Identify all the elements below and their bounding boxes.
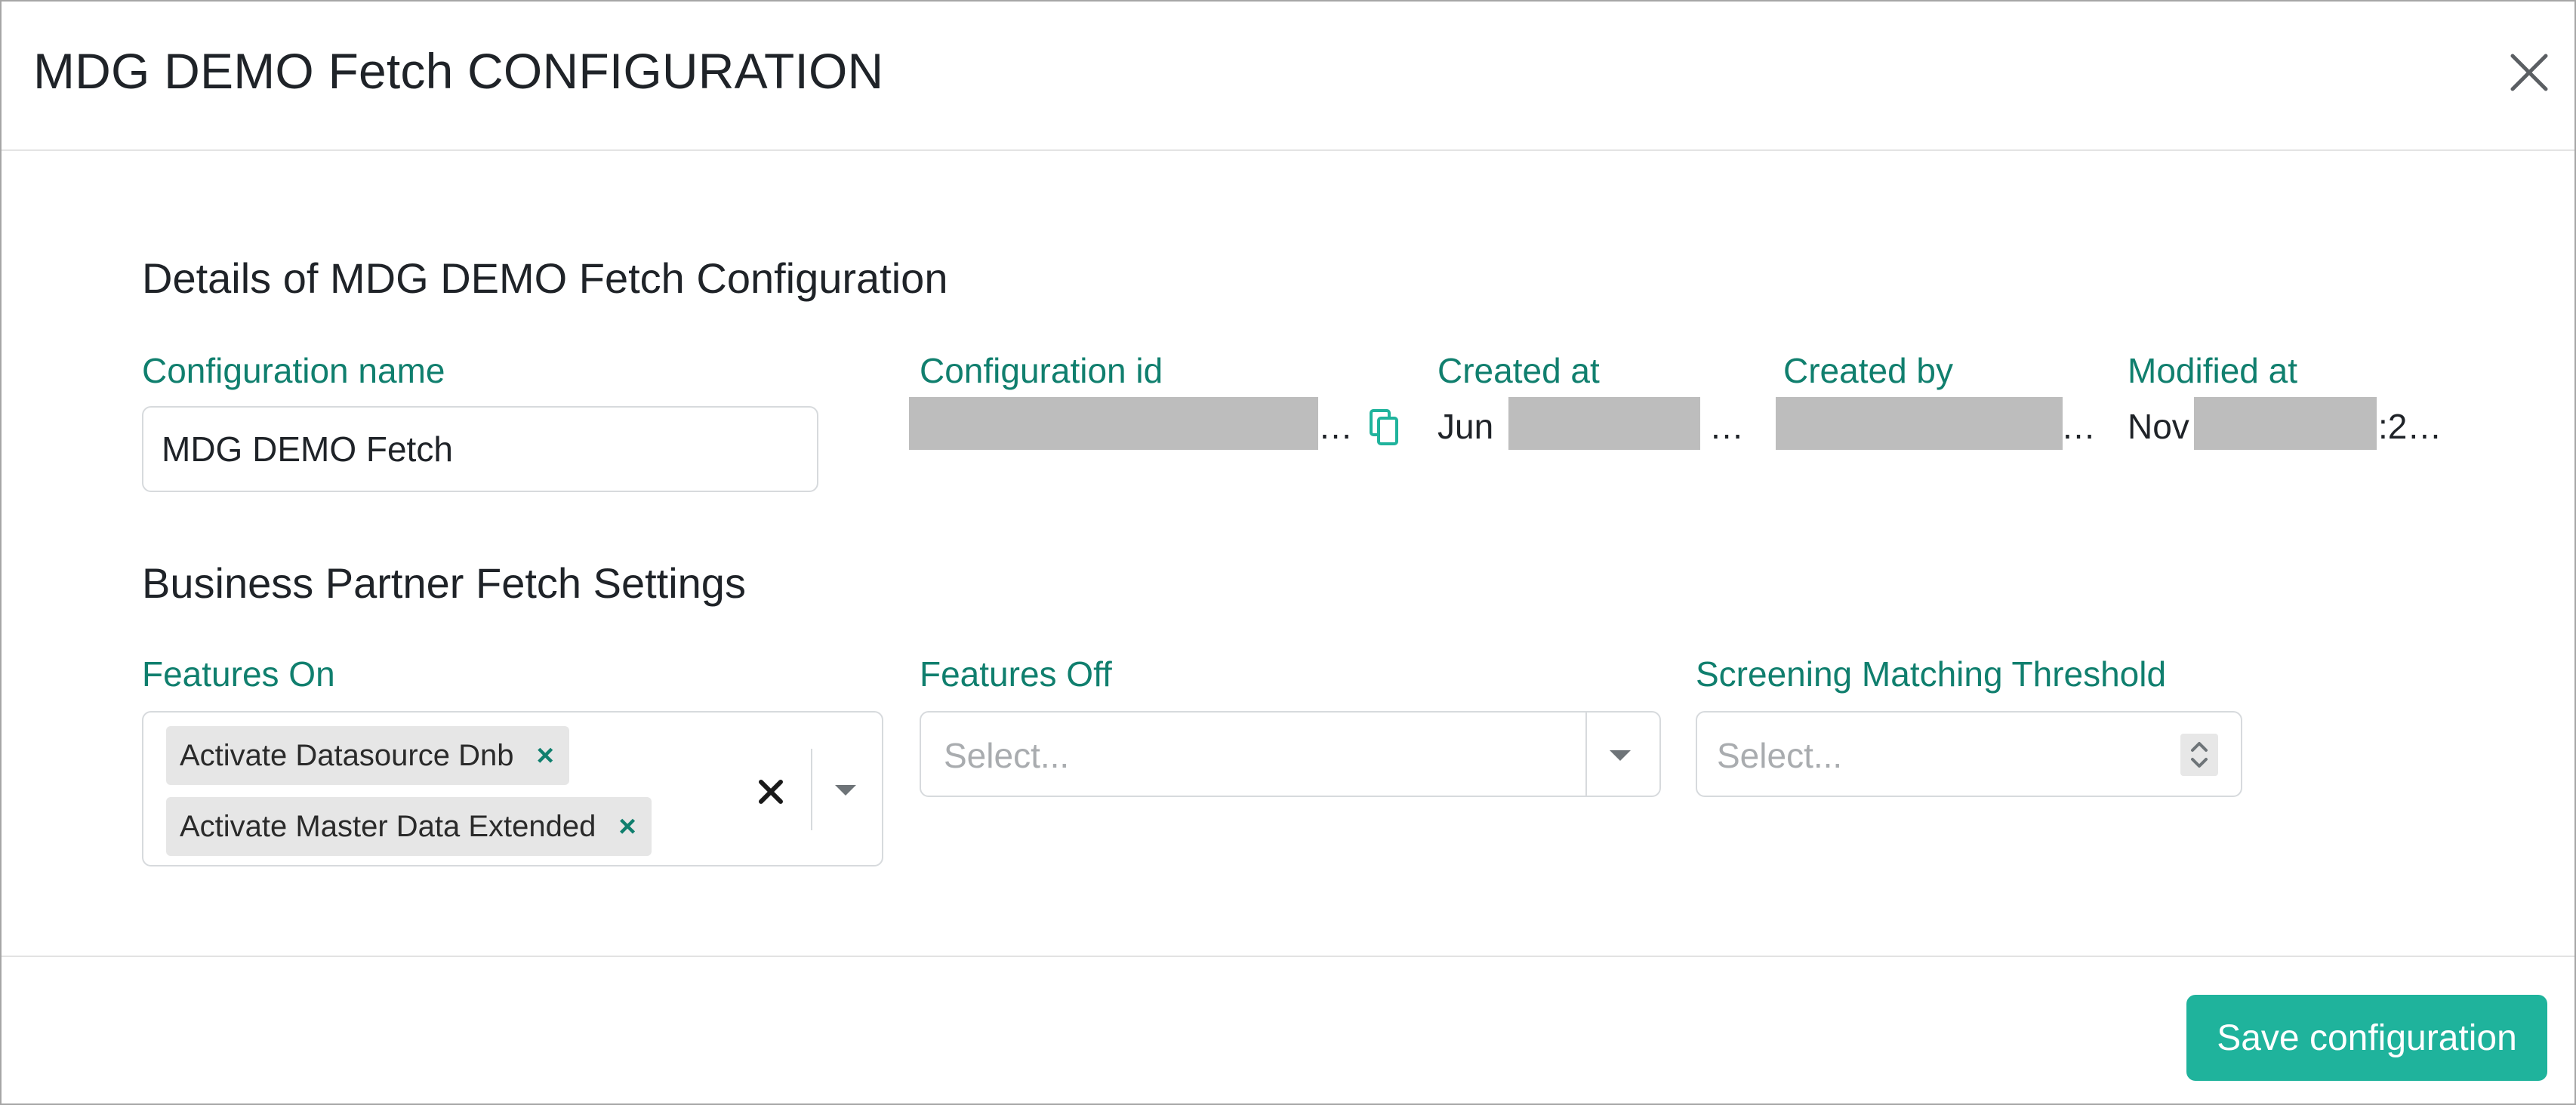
configuration-id-ellipsis: … [1318,407,1353,446]
configuration-name-input[interactable] [142,406,818,492]
screening-threshold-label: Screening Matching Threshold [1696,654,2167,694]
features-off-label: Features Off [920,654,1112,694]
chevron-down-icon[interactable] [835,785,856,796]
divider [811,749,812,830]
modified-at-value-prefix: Nov [2128,407,2189,446]
stepper-icon[interactable] [2180,734,2218,776]
configuration-id-value-redacted [909,397,1318,450]
features-on-multiselect[interactable]: Activate Datasource Dnb × Activate Maste… [142,711,883,866]
copy-icon[interactable] [1368,408,1403,448]
modified-at-value-suffix: :2… [2378,407,2442,446]
divider [1585,713,1587,796]
configuration-name-label: Configuration name [142,351,445,390]
save-configuration-button[interactable]: Save configuration [2186,995,2547,1081]
chip-remove-icon[interactable]: × [536,740,553,771]
modified-at-redacted [2194,397,2377,450]
created-at-value: Jun [1437,407,1494,446]
close-icon[interactable] [2502,45,2556,100]
created-at-ellipsis: … [1709,407,1744,446]
details-section-title: Details of MDG DEMO Fetch Configuration [142,254,948,302]
feature-chip: Activate Datasource Dnb × [166,726,569,785]
features-on-label: Features On [142,654,335,694]
modified-at-label: Modified at [2128,351,2298,390]
created-at-redacted [1508,397,1700,450]
clear-all-icon[interactable] [752,773,790,811]
feature-chip-label: Activate Master Data Extended [180,809,596,843]
features-off-placeholder: Select... [944,736,1070,775]
feature-chip-label: Activate Datasource Dnb [180,738,514,772]
screening-threshold-placeholder: Select... [1717,736,1843,775]
dialog-footer: Save configuration [2,956,2574,1105]
chip-remove-icon[interactable]: × [618,811,636,842]
chevron-down-icon[interactable] [1610,750,1631,761]
dialog-title: MDG DEMO Fetch CONFIGURATION [33,43,884,99]
fetch-settings-section-title: Business Partner Fetch Settings [142,559,746,607]
created-by-ellipsis: … [2061,407,2096,446]
created-by-label: Created by [1783,351,1954,390]
feature-chip: Activate Master Data Extended × [166,797,652,856]
features-off-select[interactable]: Select... [920,711,1661,797]
configuration-dialog: MDG DEMO Fetch CONFIGURATION Details of … [0,0,2576,1105]
created-by-redacted [1776,397,2063,450]
screening-threshold-input[interactable]: Select... [1696,711,2242,797]
dialog-header: MDG DEMO Fetch CONFIGURATION [2,2,2574,151]
configuration-id-label: Configuration id [920,351,1163,390]
created-at-label: Created at [1437,351,1600,390]
